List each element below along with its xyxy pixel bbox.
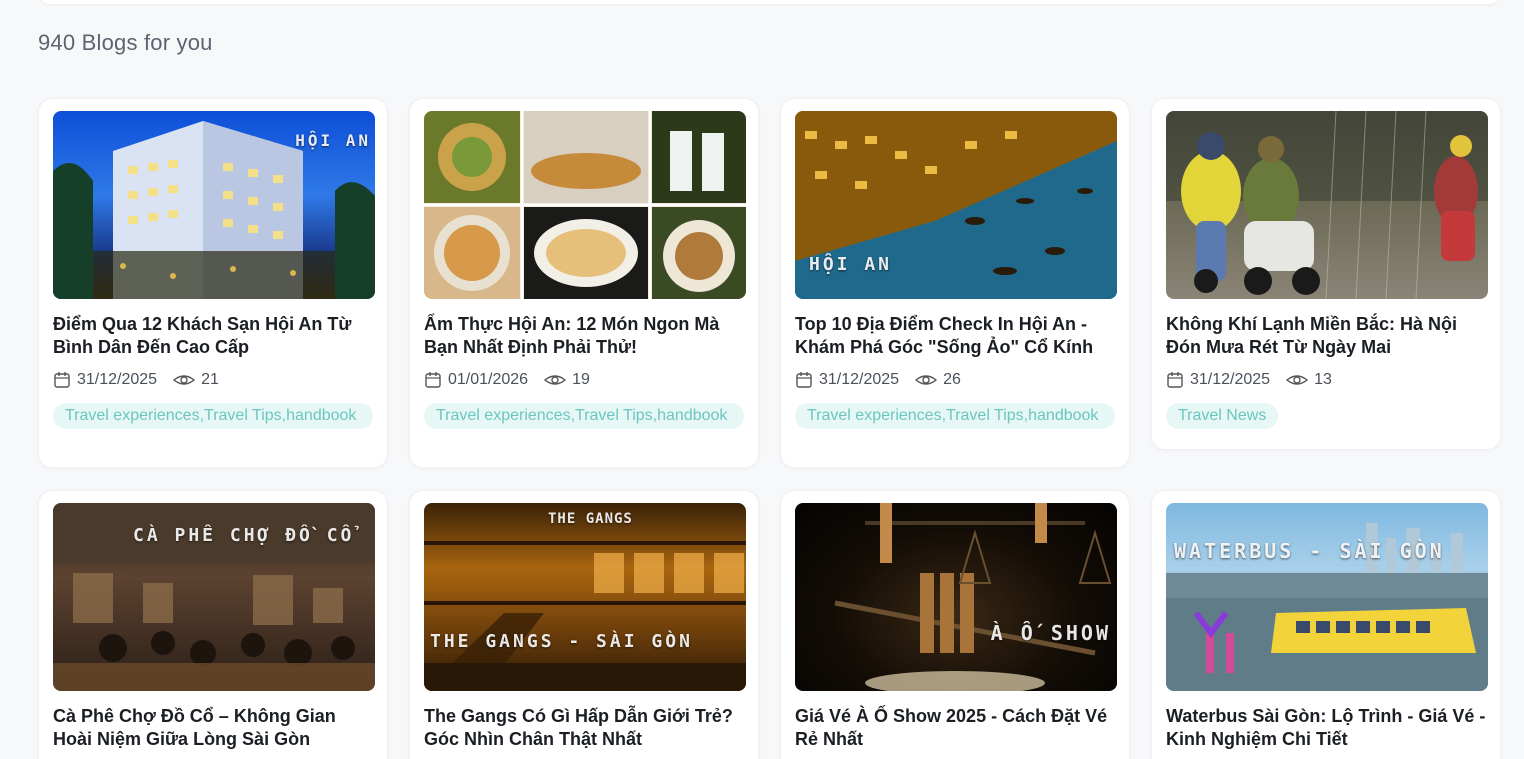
top-panel-edge — [40, 0, 1500, 4]
eye-icon — [915, 375, 938, 385]
thumbnail-text: THE GANGS - SÀI GÒN — [430, 631, 693, 652]
blog-date: 01/01/2026 — [448, 371, 529, 388]
thumbnail-text: HỘI AN — [295, 131, 371, 150]
blog-thumbnail[interactable]: CÀ PHÊ CHỢ ĐỒ CỔ — [53, 503, 375, 691]
blog-card[interactable]: Ẩm Thực Hội An: 12 Món Ngon Mà Bạn Nhất … — [409, 98, 759, 468]
blog-thumbnail[interactable]: À Ố SHOW — [795, 503, 1117, 691]
eye-icon — [1286, 375, 1309, 385]
blog-title[interactable]: Top 10 Địa Điểm Check In Hội An - Khám P… — [795, 313, 1115, 359]
calendar-icon — [54, 372, 70, 388]
blog-thumbnail[interactable]: WATERBUS - SÀI GÒN — [1166, 503, 1488, 691]
blog-title[interactable]: The Gangs Có Gì Hấp Dẫn Giới Trẻ? Góc Nh… — [424, 705, 744, 751]
blog-card[interactable]: À Ố SHOW Giá Vé À Ố Show 2025 - Cách Đặt… — [780, 490, 1130, 759]
calendar-icon — [1167, 372, 1183, 388]
blog-thumbnail[interactable] — [1166, 111, 1488, 299]
thumbnail-text: WATERBUS - SÀI GÒN — [1174, 539, 1445, 563]
blog-meta: 31/12/2025 21 — [53, 369, 373, 391]
blog-tag[interactable]: Travel experiences,Travel Tips,handbook — [795, 403, 1115, 429]
blog-tag[interactable]: Travel News — [1166, 403, 1279, 429]
blog-tag[interactable]: Travel experiences,Travel Tips,handbook — [424, 403, 744, 429]
blog-thumbnail[interactable]: THE GANGS THE GANGS - SÀI GÒN — [424, 503, 746, 691]
eye-icon — [544, 375, 567, 385]
blog-date: 31/12/2025 — [819, 371, 900, 388]
blog-tag[interactable]: Travel experiences,Travel Tips,handbook — [53, 403, 373, 429]
blog-thumbnail[interactable] — [424, 111, 746, 299]
blog-meta: 31/12/2025 26 — [795, 369, 1115, 391]
blog-views: 19 — [572, 371, 590, 388]
calendar-icon — [796, 372, 812, 388]
thumbnail-text: À Ố SHOW — [990, 621, 1111, 645]
blog-card[interactable]: THE GANGS THE GANGS - SÀI GÒN The Gangs … — [409, 490, 759, 759]
blog-title[interactable]: Điểm Qua 12 Khách Sạn Hội An Từ Bình Dân… — [53, 313, 373, 359]
blog-meta: 31/12/2025 13 — [1166, 369, 1486, 391]
blog-views: 21 — [201, 371, 219, 388]
blog-card[interactable]: WATERBUS - SÀI GÒN Waterbus Sài Gòn: Lộ … — [1151, 490, 1501, 759]
blog-grid: HỘI AN Điểm Qua 12 Khách Sạn Hội An Từ B… — [38, 98, 1502, 759]
blog-views: 13 — [1314, 371, 1332, 388]
eye-icon — [173, 375, 196, 385]
blog-meta: 01/01/2026 19 — [424, 369, 744, 391]
blog-title[interactable]: Ẩm Thực Hội An: 12 Món Ngon Mà Bạn Nhất … — [424, 313, 744, 359]
blogs-count-heading: 940 Blogs for you — [38, 30, 213, 55]
calendar-icon — [425, 372, 441, 388]
blog-date: 31/12/2025 — [1190, 371, 1271, 388]
thumbnail-brand: THE GANGS — [548, 511, 633, 527]
blog-date: 31/12/2025 — [77, 371, 158, 388]
blog-card[interactable]: HỘI AN Top 10 Địa Điểm Check In Hội An -… — [780, 98, 1130, 468]
thumbnail-text: HỘI AN — [809, 254, 893, 275]
blog-thumbnail[interactable]: HỘI AN — [53, 111, 375, 299]
blog-title[interactable]: Không Khí Lạnh Miền Bắc: Hà Nội Đón Mưa … — [1166, 313, 1486, 359]
blog-card[interactable]: CÀ PHÊ CHỢ ĐỒ CỔ Cà Phê Chợ Đồ Cổ – Khôn… — [38, 490, 388, 759]
blog-title[interactable]: Waterbus Sài Gòn: Lộ Trình - Giá Vé - Ki… — [1166, 705, 1486, 751]
blog-card[interactable]: HỘI AN Điểm Qua 12 Khách Sạn Hội An Từ B… — [38, 98, 388, 468]
blog-thumbnail[interactable]: HỘI AN — [795, 111, 1117, 299]
blog-card[interactable]: Không Khí Lạnh Miền Bắc: Hà Nội Đón Mưa … — [1151, 98, 1501, 450]
blog-title[interactable]: Giá Vé À Ố Show 2025 - Cách Đặt Vé Rẻ Nh… — [795, 705, 1115, 751]
thumbnail-text: CÀ PHÊ CHỢ ĐỒ CỔ — [133, 525, 355, 546]
blog-views: 26 — [943, 371, 961, 388]
blog-title[interactable]: Cà Phê Chợ Đồ Cổ – Không Gian Hoài Niệm … — [53, 705, 373, 751]
